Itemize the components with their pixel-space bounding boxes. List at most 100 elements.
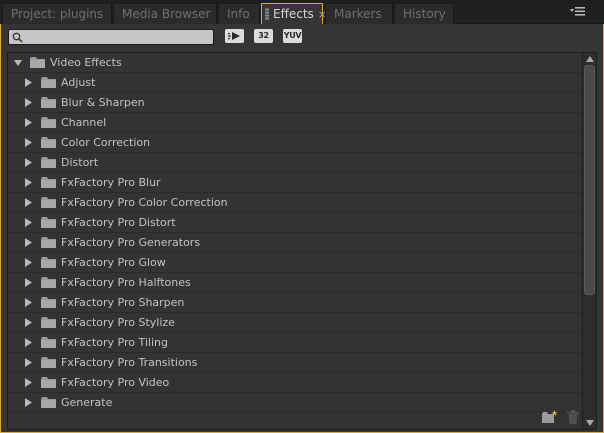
tree-row[interactable]: Generate — [8, 393, 582, 413]
tree-row-label: Generate — [61, 396, 113, 409]
accelerated-effects-button[interactable] — [225, 29, 244, 43]
vertical-scrollbar[interactable] — [583, 52, 597, 430]
effects-tree: Video Effects Adjust Blur & Sharpen Channe… — [7, 52, 583, 430]
folder-icon — [41, 237, 56, 248]
triangle-right-icon[interactable] — [25, 78, 33, 87]
tree-row[interactable]: FxFactory Pro Sharpen — [8, 293, 582, 313]
tab-label: Project: plugins — [11, 7, 104, 21]
folder-icon — [41, 377, 56, 388]
tree-row-label: FxFactory Pro Transitions — [61, 356, 198, 369]
tree-row-label: Adjust — [61, 76, 96, 89]
triangle-right-icon[interactable] — [25, 218, 33, 227]
triangle-right-icon[interactable] — [25, 338, 33, 347]
folder-icon — [41, 297, 56, 308]
tree-row-label: FxFactory Pro Tiling — [61, 336, 168, 349]
tree-row-video-effects[interactable]: Video Effects — [8, 53, 582, 73]
tree-row[interactable]: FxFactory Pro Stylize — [8, 313, 582, 333]
folder-icon — [41, 97, 56, 108]
tree-row-label: Video Effects — [50, 56, 122, 69]
tree-row-label: FxFactory Pro Color Correction — [61, 196, 228, 209]
triangle-right-icon[interactable] — [25, 158, 33, 167]
tree-row[interactable]: Color Correction — [8, 133, 582, 153]
tree-row-label: Distort — [61, 156, 99, 169]
search-icon — [12, 32, 23, 43]
folder-icon — [41, 157, 56, 168]
trash-icon[interactable] — [567, 410, 579, 424]
tree-row[interactable]: FxFactory Pro Video — [8, 373, 582, 393]
tab-label: Info — [227, 7, 250, 21]
panel-content: 32 YUV Video Effects Adjust Blur & Sharpe… — [0, 24, 604, 433]
tree-row[interactable]: FxFactory Pro Halftones — [8, 273, 582, 293]
tree-row-label: Color Correction — [61, 136, 151, 149]
folder-icon — [41, 217, 56, 228]
triangle-right-icon[interactable] — [25, 238, 33, 247]
effects-panel: Project: plugins Media Browser Info Effe… — [0, 0, 604, 433]
tree-row[interactable]: FxFactory Pro Color Correction — [8, 193, 582, 213]
scroll-up-icon[interactable] — [585, 55, 595, 63]
search-field[interactable] — [8, 29, 214, 45]
tree-row-label: FxFactory Pro Sharpen — [61, 296, 185, 309]
triangle-right-icon[interactable] — [25, 318, 33, 327]
folder-icon — [41, 317, 56, 328]
tree-row-label: FxFactory Pro Halftones — [61, 276, 191, 289]
tree-row[interactable]: FxFactory Pro Glow — [8, 253, 582, 273]
scroll-down-icon[interactable] — [585, 419, 595, 427]
tree-row-label: Blur & Sharpen — [61, 96, 145, 109]
triangle-right-icon[interactable] — [25, 258, 33, 267]
tree-row[interactable]: Adjust — [8, 73, 582, 93]
triangle-right-icon[interactable] — [25, 178, 33, 187]
triangle-right-icon[interactable] — [25, 378, 33, 387]
tree-row[interactable]: FxFactory Pro Distort — [8, 213, 582, 233]
tree-row[interactable]: FxFactory Pro Tiling — [8, 333, 582, 353]
tree-row-label: Channel — [61, 116, 107, 129]
accelerated-effects-icon — [228, 32, 240, 40]
tree-row[interactable]: Channel — [8, 113, 582, 133]
tab-bar: Project: plugins Media Browser Info Effe… — [0, 0, 604, 25]
tree-row[interactable]: FxFactory Pro Generators — [8, 233, 582, 253]
tab-effects[interactable]: Effects × — [261, 3, 327, 25]
folder-icon — [41, 257, 56, 268]
tab-label: Effects — [273, 7, 314, 21]
tab-info[interactable]: Info — [218, 3, 260, 24]
tree-row[interactable]: Distort — [8, 153, 582, 173]
folder-icon — [41, 197, 56, 208]
yuv-effects-button[interactable]: YUV — [283, 29, 302, 43]
tab-label: History — [403, 7, 446, 21]
tree-row-label: FxFactory Pro Blur — [61, 176, 161, 189]
folder-icon — [41, 137, 56, 148]
triangle-right-icon[interactable] — [25, 358, 33, 367]
scrollbar-thumb[interactable] — [584, 65, 595, 295]
tab-label: Markers — [334, 7, 382, 21]
tab-label: Media Browser — [122, 7, 211, 21]
triangle-down-icon[interactable] — [14, 59, 22, 68]
tree-row-label: FxFactory Pro Glow — [61, 256, 166, 269]
tree-row[interactable]: FxFactory Pro Blur — [8, 173, 582, 193]
tree-row-label: FxFactory Pro Distort — [61, 216, 176, 229]
tab-media-browser[interactable]: Media Browser — [113, 3, 217, 24]
triangle-right-icon[interactable] — [25, 138, 33, 147]
folder-icon — [41, 397, 56, 408]
tab-project[interactable]: Project: plugins — [2, 3, 112, 24]
panel-menu-icon[interactable] — [570, 6, 586, 18]
tree-row-label: FxFactory Pro Stylize — [61, 316, 175, 329]
new-custom-bin-icon[interactable] — [542, 410, 558, 424]
triangle-right-icon[interactable] — [25, 278, 33, 287]
triangle-right-icon[interactable] — [25, 298, 33, 307]
folder-icon — [41, 357, 56, 368]
tree-row-label: FxFactory Pro Generators — [61, 236, 201, 249]
folder-icon — [41, 277, 56, 288]
drag-grip-icon[interactable] — [265, 8, 269, 20]
tab-history[interactable]: History — [394, 3, 454, 24]
tree-row[interactable]: FxFactory Pro Transitions — [8, 353, 582, 373]
triangle-right-icon[interactable] — [25, 98, 33, 107]
32-bit-effects-button[interactable]: 32 — [254, 29, 273, 43]
tree-row[interactable]: Blur & Sharpen — [8, 93, 582, 113]
triangle-right-icon[interactable] — [25, 118, 33, 127]
folder-icon — [41, 77, 56, 88]
triangle-right-icon[interactable] — [25, 398, 33, 407]
triangle-right-icon[interactable] — [25, 198, 33, 207]
search-input[interactable] — [25, 30, 211, 44]
tab-markers[interactable]: Markers — [325, 3, 393, 24]
folder-icon — [30, 57, 45, 68]
folder-icon — [41, 177, 56, 188]
